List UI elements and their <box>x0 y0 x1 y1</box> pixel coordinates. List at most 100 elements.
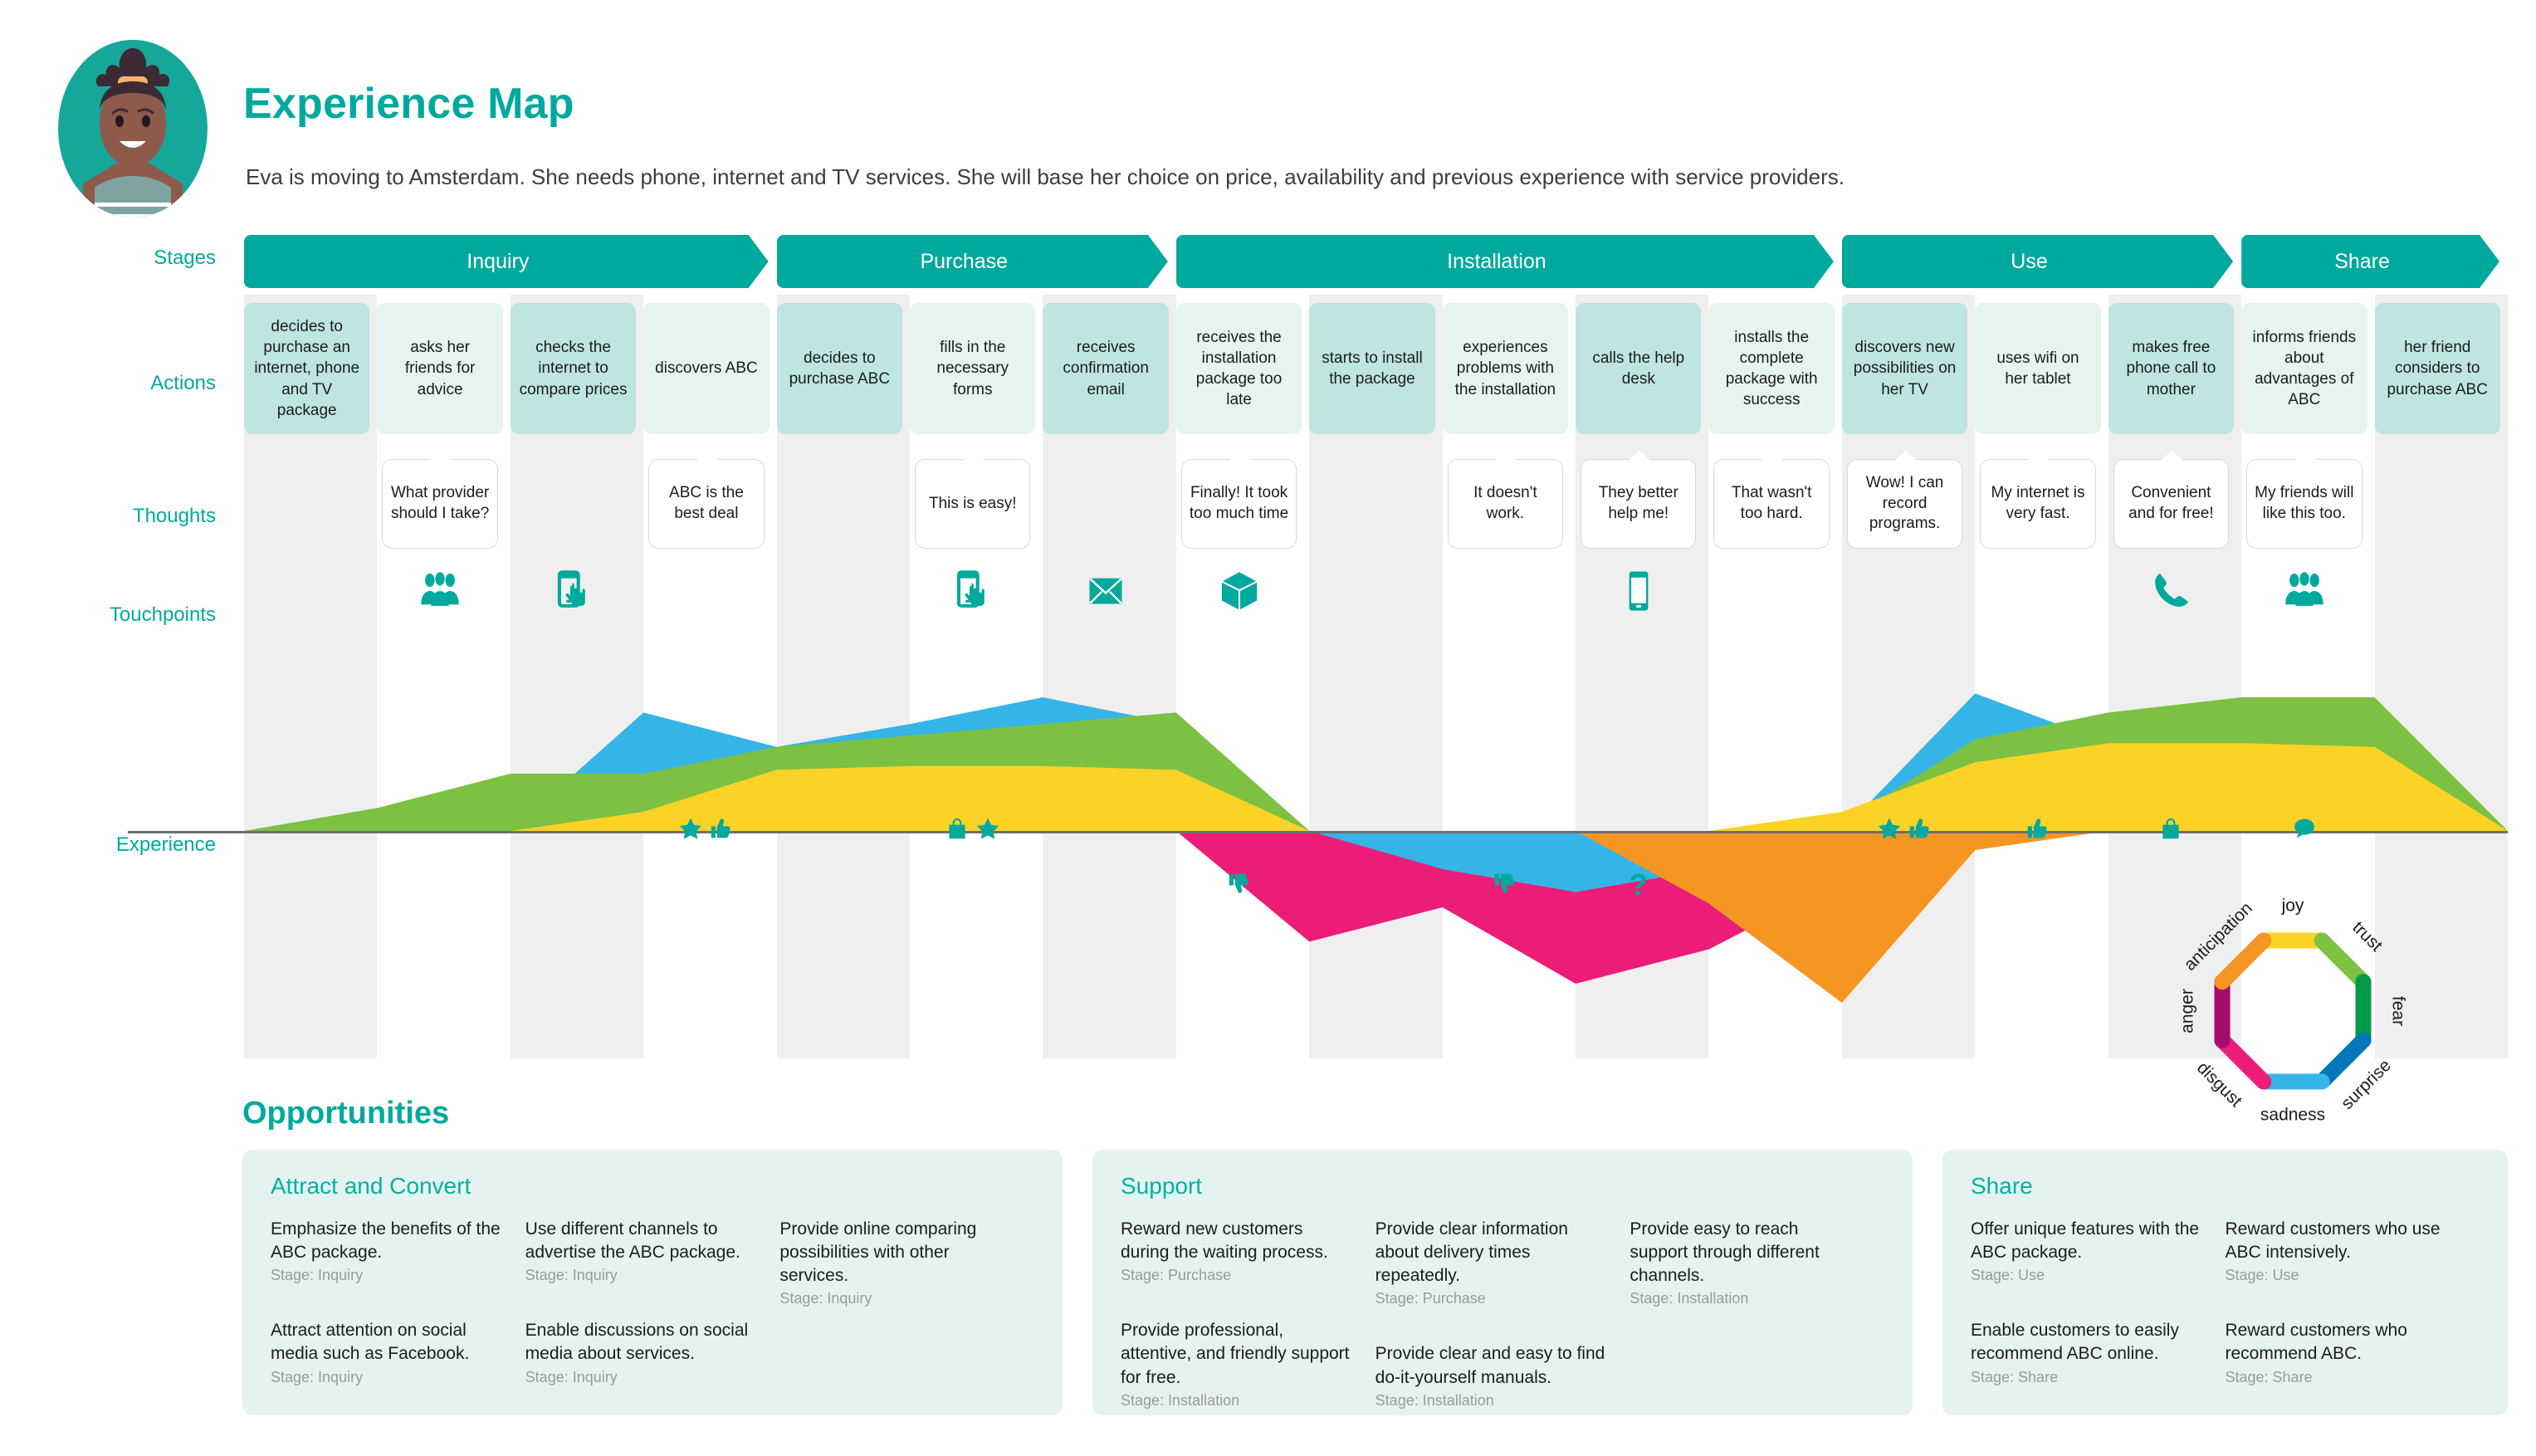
touchpoint-cell <box>511 560 636 625</box>
opportunity-item[interactable]: Provide clear and easy to find do-it-you… <box>1375 1342 1607 1409</box>
thought-cell: Convenient and for free! <box>2108 452 2234 552</box>
thought-cell: That wasn't too hard. <box>1708 452 1834 552</box>
stage-banner-purchase[interactable]: Purchase <box>777 235 1168 288</box>
thumbs-up-icon <box>710 817 733 844</box>
opportunity-item[interactable]: Reward new customers during the waiting … <box>1121 1218 1352 1284</box>
thought-bubble[interactable]: Finally! It took too much time <box>1180 459 1297 549</box>
opportunity-group-title: Share <box>1971 1173 2033 1199</box>
experience-mark-cell <box>1975 816 2100 844</box>
thought-bubble[interactable]: What provider should I take? <box>382 459 498 549</box>
thought-bubble[interactable]: Convenient and for free! <box>2113 459 2230 549</box>
opportunity-item[interactable]: Provide professional, attentive, and fri… <box>1121 1319 1352 1409</box>
opportunity-item[interactable]: Reward customers who use ABC intensively… <box>2226 1218 2457 1284</box>
opportunity-stage: Stage: Purchase <box>1375 1290 1486 1307</box>
opportunity-item[interactable]: Provide easy to reach support through di… <box>1630 1218 1861 1307</box>
thought-bubble[interactable]: It doesn't work. <box>1447 459 1564 549</box>
experience-mark-cell <box>2108 816 2234 844</box>
experience-mark-cell <box>643 816 769 844</box>
opportunity-item[interactable]: Provide online comparing possibilities w… <box>779 1218 1011 1307</box>
opportunity-text: Provide clear and easy to find do-it-you… <box>1375 1344 1605 1387</box>
page-subtitle: Eva is moving to Amsterdam. She needs ph… <box>246 164 1845 189</box>
star-icon <box>679 817 702 844</box>
opportunity-text: Enable discussions on social media about… <box>525 1321 749 1364</box>
action-card[interactable]: receives the installation package too la… <box>1175 303 1302 434</box>
action-card[interactable]: decides to purchase an internet, phone a… <box>244 303 370 434</box>
opportunity-column: Provide clear information about delivery… <box>1375 1218 1630 1444</box>
thought-bubble[interactable]: Wow! I can record programs. <box>1846 459 1963 549</box>
stage-banner-inquiry[interactable]: Inquiry <box>244 235 769 288</box>
action-card[interactable]: checks the internet to compare prices <box>510 303 637 434</box>
question-mark-icon: ? <box>1629 867 1648 901</box>
action-card[interactable]: calls the help desk <box>1576 303 1702 434</box>
thumbs-up-icon <box>2026 817 2050 844</box>
opportunity-column: Reward customers who use ABC intensively… <box>2226 1218 2480 1421</box>
thought-cell: They better help me! <box>1576 452 1701 552</box>
opportunity-stage: Stage: Inquiry <box>525 1267 618 1284</box>
thought-bubble[interactable]: My internet is very fast. <box>1980 459 2096 549</box>
stage-banner-use[interactable]: Use <box>1842 235 2233 288</box>
thought-bubble[interactable]: They better help me! <box>1581 459 1697 549</box>
experience-mark-cell <box>2241 816 2367 844</box>
actions-row: decides to purchase an internet, phone a… <box>244 303 2508 434</box>
touchpoint-cell <box>2108 560 2234 625</box>
stage-banner-share[interactable]: Share <box>2241 235 2499 288</box>
envelope-icon <box>1084 569 1127 617</box>
shopping-bag-icon <box>2159 817 2182 844</box>
action-card[interactable]: makes free phone call to mother <box>2108 303 2235 434</box>
opportunity-item[interactable]: Enable customers to easily recommend ABC… <box>1971 1319 2202 1385</box>
thumbs-down-icon <box>1228 872 1251 899</box>
opportunity-column: Provide easy to reach support through di… <box>1630 1218 1884 1444</box>
opportunity-text: Provide online comparing possibilities w… <box>779 1219 977 1286</box>
star-icon <box>1878 817 1901 844</box>
opportunity-item[interactable]: Emphasize the benefits of the ABC packag… <box>271 1218 502 1284</box>
action-card[interactable]: receives confirmation email <box>1043 303 1169 434</box>
touchpoint-cell <box>777 560 902 625</box>
action-card[interactable]: asks her friends for advice <box>377 303 503 434</box>
page-title: Experience Map <box>243 80 574 128</box>
opportunity-stage: Stage: Purchase <box>1121 1267 1232 1284</box>
action-card[interactable]: informs friends about advantages of ABC <box>2241 303 2367 434</box>
action-card[interactable]: fills in the necessary forms <box>910 303 1036 434</box>
thought-cell: It doesn't work. <box>1443 452 1568 552</box>
experience-mark-cell <box>1975 871 2100 899</box>
thought-bubble[interactable]: ABC is the best deal <box>648 459 765 549</box>
thought-bubble[interactable]: That wasn't too hard. <box>1713 459 1830 549</box>
action-card[interactable]: her friend considers to purchase ABC <box>2374 303 2500 434</box>
opportunity-item[interactable]: Offer unique features with the ABC packa… <box>1971 1218 2202 1284</box>
emotion-segment-trust <box>2314 932 2372 990</box>
stage-banner-installation[interactable]: Installation <box>1176 235 1834 288</box>
action-card[interactable]: uses wifi on her tablet <box>1975 303 2101 434</box>
thought-cell <box>777 452 902 552</box>
action-card[interactable]: discovers new possibilities on her TV <box>1841 303 1968 434</box>
action-card[interactable]: starts to install the package <box>1309 303 1435 434</box>
touchpoint-cell <box>910 560 1035 625</box>
opportunity-item[interactable]: Use different channels to advertise the … <box>525 1218 757 1284</box>
opportunity-stage: Stage: Inquiry <box>779 1290 872 1307</box>
opportunity-item[interactable]: Reward customers who recommend ABC. Stage… <box>2226 1319 2457 1385</box>
thoughts-row: What provider should I take? ABC is the b… <box>244 452 2508 552</box>
stage-label: Use <box>2011 249 2048 273</box>
opportunity-item[interactable]: Provide clear information about delivery… <box>1375 1218 1607 1307</box>
action-card[interactable]: decides to purchase ABC <box>776 303 903 434</box>
action-card[interactable]: installs the complete package with succe… <box>1708 303 1835 434</box>
opportunity-item[interactable]: Enable discussions on social media about… <box>525 1319 757 1385</box>
opportunity-text: Reward new customers during the waiting … <box>1121 1219 1328 1263</box>
thought-bubble[interactable]: This is easy! <box>915 459 1031 549</box>
experience-mark-cell <box>1842 871 1967 899</box>
opportunity-group: Support Reward new customers during the w… <box>1092 1150 1913 1415</box>
opportunity-text: Reward customers who use ABC intensively… <box>2225 1219 2441 1263</box>
action-card[interactable]: discovers ABC <box>643 303 770 434</box>
row-label-touchpoints: Touchpoints <box>109 603 216 626</box>
emotion-label-sadness: sadness <box>2260 1106 2325 1125</box>
thought-bubble[interactable]: My friends will like this too. <box>2246 459 2363 549</box>
mobile-tap-icon <box>552 569 595 617</box>
opportunity-stage: Stage: Use <box>1971 1267 2045 1284</box>
experience-mark-cell <box>1576 816 1701 844</box>
opportunity-item[interactable]: Attract attention on social media such a… <box>271 1319 502 1385</box>
experience-mark-cell <box>643 871 769 899</box>
emotion-label-anger: anger <box>2178 989 2197 1033</box>
experience-mark-cell <box>910 816 1035 844</box>
thought-cell <box>511 452 636 552</box>
action-card[interactable]: experiences problems with the installati… <box>1442 303 1569 434</box>
emotion-segment-disgust <box>2214 1032 2272 1090</box>
